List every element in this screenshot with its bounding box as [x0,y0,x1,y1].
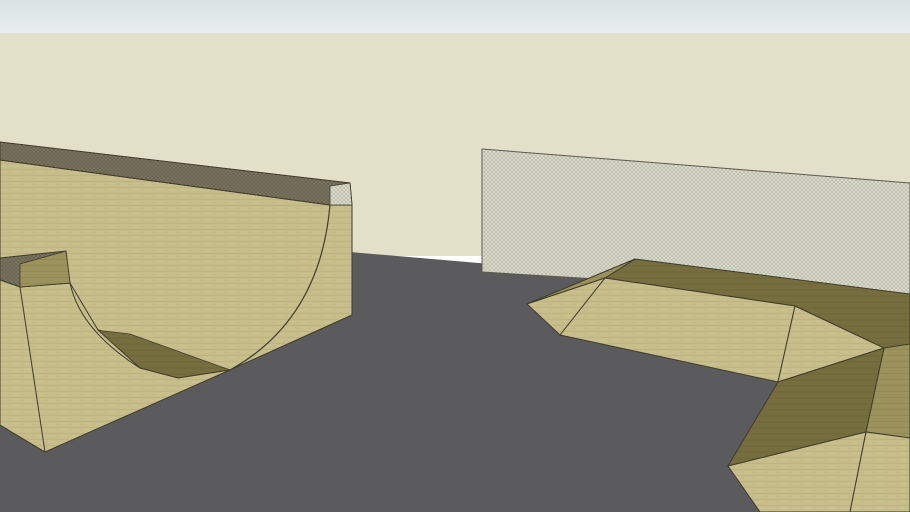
halfpipe-deck-end [329,182,353,206]
sketchup-scene [0,0,910,512]
sky [0,0,910,34]
